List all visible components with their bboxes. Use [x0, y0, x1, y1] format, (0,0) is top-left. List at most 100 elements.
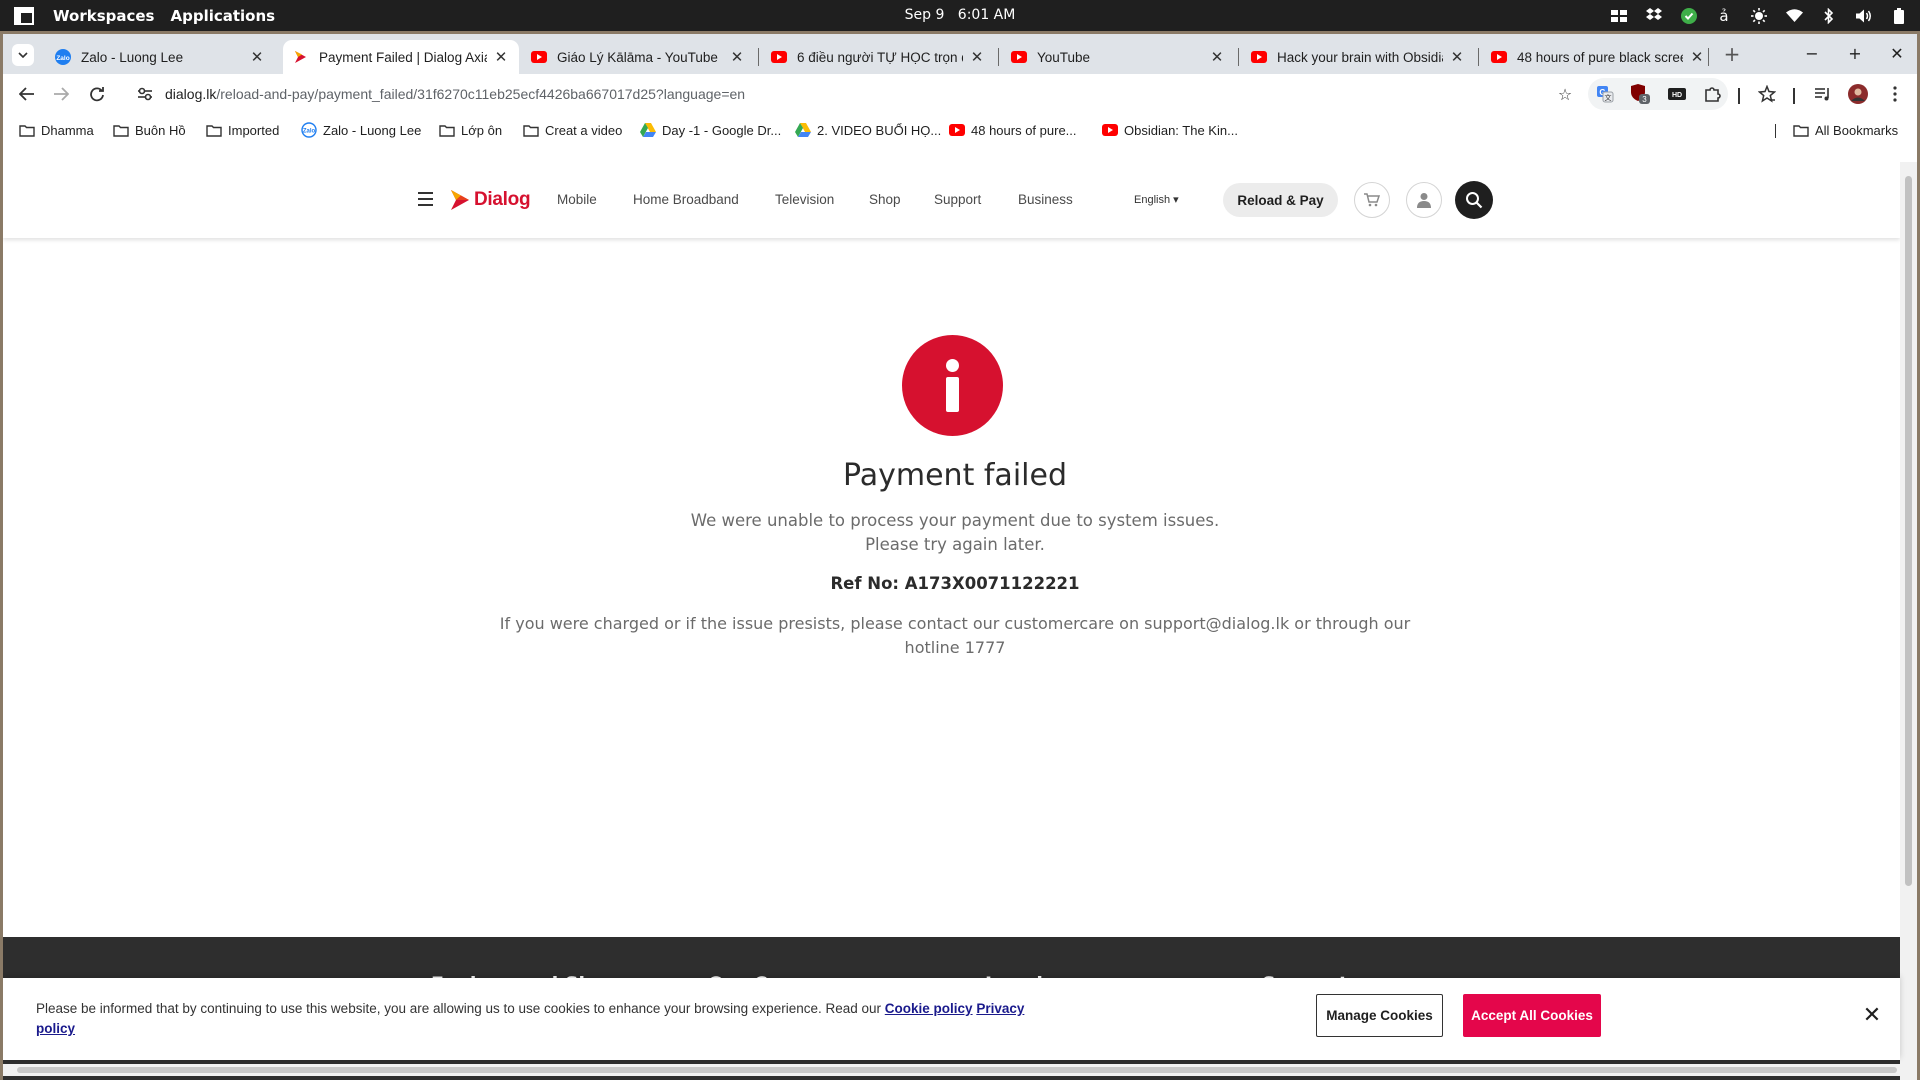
reload-pay-button[interactable]: Reload & Pay	[1223, 183, 1338, 217]
manage-cookies-button[interactable]: Manage Cookies	[1316, 994, 1443, 1037]
bookmark-48-hours[interactable]: 48 hours of pure...	[949, 119, 1077, 141]
bookmark-creat-video[interactable]: Creat a video	[523, 119, 622, 141]
folder-icon	[439, 122, 455, 138]
cookie-policy-link[interactable]: Cookie policy	[885, 1001, 973, 1016]
close-icon[interactable]: ✕	[1449, 48, 1465, 66]
youtube-icon	[531, 49, 547, 65]
all-bookmarks[interactable]: All Bookmarks	[1793, 119, 1898, 141]
ublock-shield-icon[interactable]: 3	[1628, 82, 1652, 106]
close-icon[interactable]: ✕	[1689, 48, 1705, 66]
brightness-icon[interactable]	[1750, 7, 1768, 25]
cookie-notice-text: Please be informed that by continuing to…	[36, 999, 1056, 1039]
close-icon[interactable]: ✕	[1209, 48, 1225, 66]
wifi-icon[interactable]	[1785, 7, 1803, 25]
horizontal-scrollbar[interactable]	[3, 1064, 1917, 1076]
bookmark-imported[interactable]: Imported	[206, 119, 279, 141]
volume-icon[interactable]	[1855, 7, 1873, 25]
nav-business[interactable]: Business	[1018, 192, 1073, 207]
svg-text:Zalo: Zalo	[303, 129, 316, 135]
close-icon[interactable]: ✕	[493, 48, 509, 66]
translate-icon[interactable]: G文	[1593, 82, 1617, 106]
close-icon[interactable]: ✕	[249, 48, 265, 66]
address-bar[interactable]: dialog.lk/reload-and-pay/payment_failed/…	[125, 78, 1585, 110]
tab-obsidian[interactable]: Hack your brain with Obsidian ✕	[1241, 40, 1475, 74]
input-method-icon[interactable]: ả	[1715, 7, 1733, 25]
media-controls-icon[interactable]	[1811, 82, 1835, 106]
new-tab-plus-icon[interactable]: +	[1721, 42, 1743, 66]
window-close-icon[interactable]: ✕	[1882, 40, 1912, 66]
bookmark-label: Buôn Hồ	[135, 122, 186, 138]
bookmark-dhamma[interactable]: Dhamma	[19, 119, 94, 141]
cart-button[interactable]	[1354, 182, 1390, 218]
caret-down-icon: ▾	[1173, 194, 1179, 206]
nav-support[interactable]: Support	[934, 192, 981, 207]
bluetooth-icon[interactable]	[1820, 7, 1838, 25]
dropbox-icon[interactable]	[1645, 7, 1663, 25]
app-grid-icon[interactable]	[11, 0, 37, 31]
minimize-icon[interactable]: −	[1797, 40, 1827, 66]
extensions-puzzle-icon[interactable]	[1701, 82, 1725, 106]
maximize-icon[interactable]: +	[1840, 40, 1870, 66]
dialog-logo-text: Dialog	[474, 189, 531, 210]
bookmark-zalo[interactable]: Zalo Zalo - Luong Lee	[301, 119, 421, 141]
scrollbar-thumb[interactable]	[1905, 176, 1912, 886]
more-vertical-icon[interactable]	[1883, 82, 1907, 106]
back-arrow-icon[interactable]	[13, 80, 41, 108]
reload-icon[interactable]	[83, 80, 111, 108]
nav-television[interactable]: Television	[775, 192, 834, 207]
nav-home-broadband[interactable]: Home Broadband	[633, 192, 739, 207]
folder-icon	[206, 122, 222, 138]
tab-search-button[interactable]	[12, 44, 34, 66]
bookmark-buon-ho[interactable]: Buôn Hồ	[113, 119, 186, 141]
battery-icon[interactable]	[1890, 7, 1908, 25]
dialog-logo[interactable]: Dialog	[449, 184, 531, 216]
reading-list-star-icon[interactable]	[1755, 82, 1779, 106]
forward-arrow-icon[interactable]	[47, 80, 75, 108]
tab-black-screen[interactable]: 48 hours of pure black screen ✕	[1481, 40, 1715, 74]
workspaces-menu[interactable]: Workspaces	[53, 7, 154, 25]
bookmark-star-icon[interactable]: ☆	[1555, 84, 1575, 104]
applications-menu[interactable]: Applications	[170, 7, 275, 25]
hd-video-icon[interactable]: HD	[1665, 82, 1689, 106]
hamburger-menu-icon[interactable]	[415, 188, 437, 210]
tab-payment-failed[interactable]: Payment Failed | Dialog Axiata ✕	[283, 40, 519, 74]
window-grid-icon[interactable]	[1610, 7, 1628, 25]
browser-window: Zalo Zalo - Luong Lee ✕ Payment Failed |…	[3, 34, 1917, 1080]
tab-giao-ly-kalama[interactable]: Giáo Lý Kālāma - YouTube ✕	[521, 40, 755, 74]
language-selector[interactable]: English ▾	[1134, 193, 1179, 206]
bookmark-video-buoi-hoc[interactable]: 2. VIDEO BUỔI HỌ...	[795, 119, 941, 141]
close-icon[interactable]: ✕	[729, 48, 745, 66]
tab-label: 48 hours of pure black screen	[1517, 49, 1683, 65]
site-search-button[interactable]	[1455, 181, 1493, 219]
tab-youtube[interactable]: YouTube ✕	[1001, 40, 1235, 74]
bookmark-label: Dhamma	[41, 122, 94, 138]
vertical-scrollbar[interactable]	[1900, 162, 1917, 1080]
bookmark-day-1[interactable]: Day -1 - Google Dr...	[640, 119, 781, 141]
shield-check-icon[interactable]	[1680, 7, 1698, 25]
bookmark-label: Imported	[228, 122, 280, 138]
bookmark-lop-on[interactable]: Lớp ôn	[439, 119, 502, 141]
all-bookmarks-label: All Bookmarks	[1815, 122, 1899, 138]
bookmark-obsidian[interactable]: Obsidian: The Kin...	[1102, 119, 1238, 141]
tab-tu-hoc[interactable]: 6 điều người TỰ HỌC trọn đời ✕	[761, 40, 995, 74]
clock-time[interactable]: 6:01 AM	[958, 7, 1016, 23]
nav-shop[interactable]: Shop	[869, 192, 901, 207]
close-icon[interactable]: ✕	[969, 48, 985, 66]
account-button[interactable]	[1406, 182, 1442, 218]
accept-all-cookies-button[interactable]: Accept All Cookies	[1463, 994, 1601, 1037]
cookie-notice-body: Please be informed that by continuing to…	[36, 1001, 882, 1016]
nav-mobile[interactable]: Mobile	[557, 192, 597, 207]
info-alert-icon	[902, 335, 1003, 436]
folder-icon	[19, 122, 35, 138]
clock-date[interactable]: Sep 9	[905, 7, 945, 23]
browser-toolbar: dialog.lk/reload-and-pay/payment_failed/…	[3, 74, 1917, 114]
close-icon[interactable]: ✕	[1862, 1003, 1882, 1028]
youtube-icon	[1491, 49, 1507, 65]
site-settings-icon[interactable]	[135, 84, 155, 104]
profile-avatar[interactable]	[1846, 82, 1870, 106]
error-message-retry: Please try again later.	[865, 535, 1045, 554]
tab-label: Zalo - Luong Lee	[81, 49, 184, 65]
horizontal-scrollbar-thumb[interactable]	[17, 1067, 1897, 1073]
tab-label: Payment Failed | Dialog Axiata	[319, 49, 487, 65]
tab-zalo[interactable]: Zalo Zalo - Luong Lee ✕	[45, 40, 275, 74]
